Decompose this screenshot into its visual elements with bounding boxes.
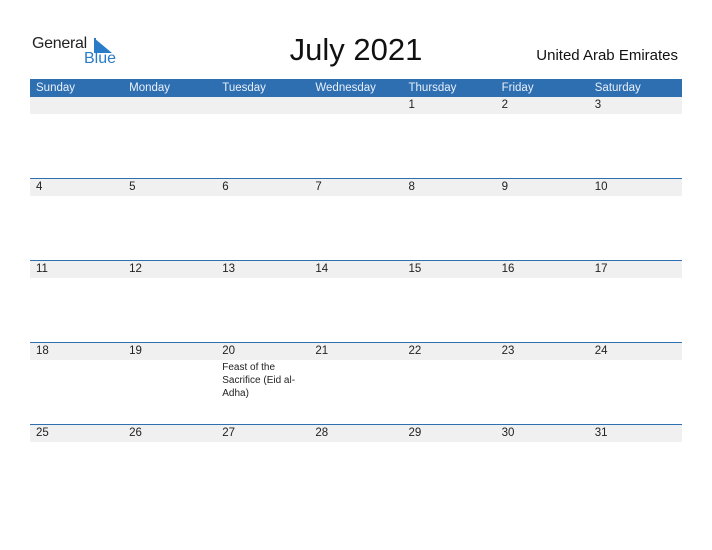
day-cell [589, 442, 682, 443]
weekday-thursday: Thursday [408, 82, 457, 94]
day-cell [30, 360, 123, 400]
day-cell [589, 360, 682, 400]
week-row: 4 5 6 7 8 9 10 [30, 178, 682, 260]
day-number: 15 [408, 263, 422, 275]
day-number: 19 [129, 345, 142, 357]
day-number: 30 [501, 427, 515, 439]
day-cell [123, 196, 216, 197]
country-name: United Arab Emirates [536, 47, 678, 64]
event-strip: Feast of the Sacrifice (Eid al-Adha) [30, 360, 682, 400]
day-cell [403, 360, 496, 400]
day-cell [123, 114, 216, 115]
event-strip [30, 278, 682, 279]
day-cell [496, 278, 589, 279]
week-row: 1 2 3 [30, 97, 682, 178]
day-number: 17 [594, 263, 608, 275]
day-number [216, 97, 309, 114]
day-cell [216, 114, 309, 115]
day-number: 29 [408, 427, 422, 439]
day-number: 2 [501, 99, 509, 111]
day-cell [403, 196, 496, 197]
day-cell [30, 278, 123, 279]
day-number: 28 [315, 427, 329, 439]
day-number [30, 97, 123, 114]
event-strip [30, 442, 682, 443]
day-number: 31 [594, 427, 608, 439]
day-cell [123, 442, 216, 443]
event-strip [30, 114, 682, 115]
day-number: 9 [501, 181, 509, 193]
day-number: 4 [36, 181, 43, 193]
day-number: 20 [222, 345, 236, 357]
day-number: 8 [408, 181, 415, 193]
day-cell [589, 196, 682, 197]
day-cell [216, 442, 309, 443]
calendar-grid: Sunday Monday Tuesday Wednesday Thursday… [30, 79, 682, 506]
day-number: 13 [222, 263, 236, 275]
weekday-friday: Friday [501, 82, 534, 94]
day-cell [589, 114, 682, 115]
day-cell [589, 278, 682, 279]
day-cell [123, 278, 216, 279]
day-number: 23 [501, 345, 515, 357]
day-number-strip: 25 26 27 28 29 30 31 [30, 425, 682, 442]
week-row: 18 19 20 21 22 23 24 Feast of the Sacrifice (Ei… [30, 342, 682, 424]
weeks-container: 1 2 3 4 5 6 7 8 9 10 11 12 13 14 15 16 17 18 19 20 21 22 23 24 F… [30, 97, 682, 506]
day-number: 6 [222, 181, 229, 193]
day-number: 21 [315, 345, 329, 357]
day-number: 24 [594, 345, 608, 357]
day-number-strip: 1 2 3 [30, 97, 682, 114]
day-number: 26 [129, 427, 142, 439]
weekday-wednesday: Wednesday [315, 82, 376, 94]
day-cell [403, 442, 496, 443]
day-cell [496, 442, 589, 443]
day-cell [216, 196, 309, 197]
week-row: 11 12 13 14 15 16 17 [30, 260, 682, 342]
day-cell [403, 114, 496, 115]
week-row: 25 26 27 28 29 30 31 [30, 424, 682, 506]
day-cell [496, 114, 589, 115]
weekday-saturday: Saturday [594, 82, 641, 94]
day-cell [123, 360, 216, 400]
day-cell [309, 360, 402, 400]
day-cell [403, 278, 496, 279]
day-number: 11 [36, 263, 48, 275]
day-cell [309, 196, 402, 197]
day-cell [309, 442, 402, 443]
day-number: 14 [315, 263, 329, 275]
day-number: 10 [594, 181, 608, 193]
day-number [309, 97, 402, 114]
day-number: 12 [129, 263, 142, 275]
weekday-header-row: Sunday Monday Tuesday Wednesday Thursday… [30, 79, 682, 97]
day-number [123, 97, 216, 114]
day-cell [30, 114, 123, 115]
weekday-sunday: Sunday [36, 82, 76, 94]
day-number-strip: 18 19 20 21 22 23 24 [30, 343, 682, 360]
weekday-tuesday: Tuesday [222, 82, 266, 94]
day-cell [30, 196, 123, 197]
day-number: 25 [36, 427, 49, 439]
day-number: 16 [501, 263, 515, 275]
day-cell [496, 196, 589, 197]
day-cell [309, 278, 402, 279]
day-cell [30, 442, 123, 443]
day-number: 27 [222, 427, 236, 439]
day-number-strip: 11 12 13 14 15 16 17 [30, 261, 682, 278]
day-number: 5 [129, 181, 136, 193]
day-cell [309, 114, 402, 115]
holiday-label: Feast of the Sacrifice (Eid al-Adha) [222, 362, 296, 399]
day-cell [496, 360, 589, 400]
day-number-strip: 4 5 6 7 8 9 10 [30, 179, 682, 196]
weekday-monday: Monday [129, 82, 171, 94]
day-number: 1 [408, 99, 415, 111]
day-number: 3 [594, 99, 602, 111]
day-number: 22 [408, 345, 422, 357]
day-number: 18 [36, 345, 49, 357]
event-strip [30, 196, 682, 197]
day-number: 7 [315, 181, 322, 193]
day-cell [216, 278, 309, 279]
